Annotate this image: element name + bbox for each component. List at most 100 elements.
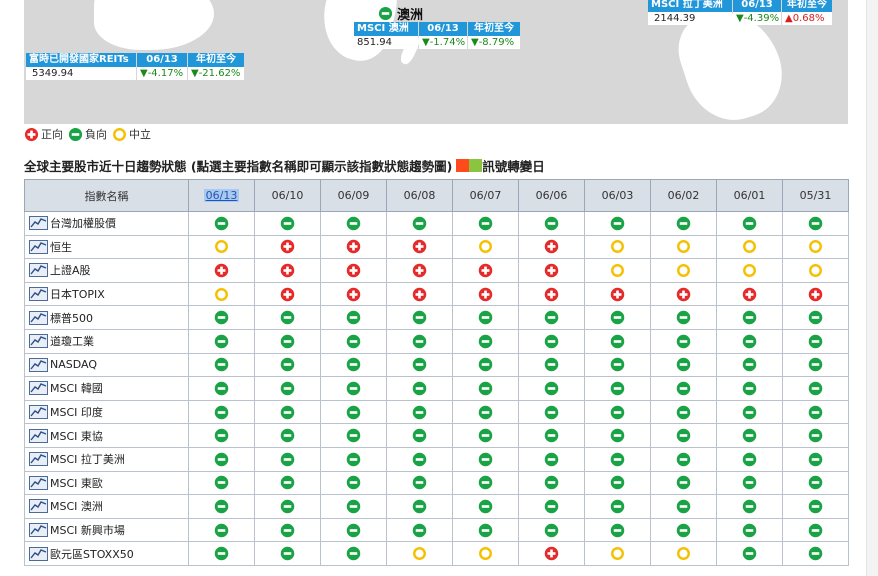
signal-cell xyxy=(452,423,519,448)
index-name-link[interactable]: MSCI 澳洲 xyxy=(50,498,103,514)
index-name-cell[interactable]: MSCI 印度 xyxy=(24,399,189,425)
column-header-date[interactable]: 06/09 xyxy=(320,179,387,212)
index-name-link[interactable]: 道瓊工業 xyxy=(50,333,94,349)
column-header-date[interactable]: 06/03 xyxy=(584,179,651,212)
index-name-link[interactable]: 上證A股 xyxy=(50,262,91,278)
negative-signal-icon xyxy=(742,523,757,537)
positive-signal-icon xyxy=(346,240,361,254)
index-name-cell[interactable]: MSCI 澳洲 xyxy=(24,494,189,519)
index-name-link[interactable]: 恒生 xyxy=(50,239,72,255)
signal-cell xyxy=(584,258,651,283)
date-label[interactable]: 06/01 xyxy=(734,189,766,202)
index-name-cell[interactable]: MSCI 東歐 xyxy=(24,470,189,496)
date-label[interactable]: 05/31 xyxy=(800,189,832,202)
negative-signal-icon xyxy=(478,428,493,443)
signal-cell xyxy=(254,494,321,519)
index-name-link[interactable]: MSCI 新興市場 xyxy=(50,522,125,538)
map-region-label[interactable]: 澳洲 xyxy=(378,4,423,23)
signal-cell xyxy=(518,517,585,543)
info-box-latam[interactable]: MSCI 拉丁美洲 06/13 年初至今 2144.39 ▼-4.39% ▲0.… xyxy=(648,0,833,25)
date-label[interactable]: 06/08 xyxy=(404,189,436,202)
positive-signal-icon xyxy=(280,240,295,254)
index-name-cell[interactable]: MSCI 新興市場 xyxy=(24,517,189,543)
index-name-link[interactable]: 標普500 xyxy=(50,310,93,326)
negative-signal-icon xyxy=(676,310,691,325)
column-header-date[interactable]: 06/01 xyxy=(716,179,783,212)
signal-cell xyxy=(584,305,651,330)
signal-cell xyxy=(518,234,585,260)
positive-signal-icon xyxy=(280,287,295,301)
date-label[interactable]: 06/03 xyxy=(602,189,634,202)
signal-cell xyxy=(386,399,453,425)
chart-icon xyxy=(29,405,48,420)
index-name-cell[interactable]: 標普500 xyxy=(24,305,189,330)
signal-cell xyxy=(254,258,321,283)
date-label[interactable]: 06/06 xyxy=(536,189,568,202)
column-header-date[interactable]: 06/02 xyxy=(650,179,717,212)
index-name-link[interactable]: MSCI 拉丁美洲 xyxy=(50,451,125,467)
index-name-link[interactable]: 台灣加權股價 xyxy=(50,215,116,231)
index-name-cell[interactable]: 恒生 xyxy=(24,234,189,260)
table-row: MSCI 印度 xyxy=(24,399,849,425)
signal-cell xyxy=(584,541,651,566)
negative-signal-icon xyxy=(412,523,427,537)
negative-signal-icon xyxy=(610,381,625,396)
negative-signal-icon xyxy=(676,358,691,372)
index-name-cell[interactable]: MSCI 拉丁美洲 xyxy=(24,446,189,472)
negative-signal-icon xyxy=(346,334,361,349)
index-name-cell[interactable]: 歐元區STOXX50 xyxy=(24,541,189,566)
negative-signal-icon xyxy=(412,428,427,443)
negative-signal-icon xyxy=(676,523,691,537)
chart-icon xyxy=(29,452,48,467)
column-header-date[interactable]: 06/08 xyxy=(386,179,453,212)
negative-signal-icon xyxy=(544,499,559,514)
date-label[interactable]: 06/10 xyxy=(272,189,304,202)
signal-cell xyxy=(320,328,387,354)
info-box-reits[interactable]: 富時已開發國家REITs 06/13 年初至今 5349.94 ▼-4.17% … xyxy=(26,53,245,80)
negative-signal-icon xyxy=(478,358,493,372)
column-header-date[interactable]: 05/31 xyxy=(782,179,849,212)
index-name-link[interactable]: NASDAQ xyxy=(50,358,97,371)
column-header-date[interactable]: 06/10 xyxy=(254,179,321,212)
legend-neutral-label: 中立 xyxy=(129,128,151,141)
negative-signal-icon xyxy=(610,428,625,443)
index-name-cell[interactable]: MSCI 東協 xyxy=(24,423,189,448)
index-name-link[interactable]: MSCI 韓國 xyxy=(50,380,103,396)
chart-icon xyxy=(29,381,48,396)
index-name-cell[interactable]: 道瓊工業 xyxy=(24,328,189,354)
column-header-date[interactable]: 06/06 xyxy=(518,179,585,212)
signal-cell xyxy=(452,211,519,236)
index-name-link[interactable]: MSCI 東歐 xyxy=(50,475,103,491)
signal-cell xyxy=(188,470,255,496)
column-header-date[interactable]: 06/07 xyxy=(452,179,519,212)
index-name-cell[interactable]: MSCI 韓國 xyxy=(24,376,189,401)
date-label[interactable]: 06/13 xyxy=(203,189,240,202)
table-row: 歐元區STOXX50 xyxy=(24,541,849,566)
table-row: MSCI 拉丁美洲 xyxy=(24,446,849,472)
index-name-link[interactable]: MSCI 印度 xyxy=(50,404,103,420)
info-box-change: ▼-4.39% xyxy=(733,12,781,25)
index-name-cell[interactable]: 日本TOPIX xyxy=(24,281,189,307)
negative-signal-icon xyxy=(214,381,229,396)
chart-icon xyxy=(29,428,48,443)
index-name-cell[interactable]: 台灣加權股價 xyxy=(24,211,189,236)
negative-signal-icon xyxy=(214,405,229,419)
info-box-australia[interactable]: MSCI 澳洲 06/13 年初至今 851.94 ▼-1.74% ▼-8.79… xyxy=(354,22,521,49)
date-label[interactable]: 06/09 xyxy=(338,189,370,202)
world-map: 澳洲 富時已開發國家REITs 06/13 年初至今 5349.94 ▼-4.1… xyxy=(24,0,848,124)
signal-cell xyxy=(386,446,453,472)
index-name-link[interactable]: 歐元區STOXX50 xyxy=(50,546,134,562)
date-label[interactable]: 06/02 xyxy=(668,189,700,202)
positive-signal-icon xyxy=(544,287,559,301)
index-name-cell[interactable]: NASDAQ xyxy=(24,352,189,378)
column-header-date[interactable]: 06/13 xyxy=(188,179,255,212)
index-name-link[interactable]: MSCI 東協 xyxy=(50,428,103,444)
chart-icon xyxy=(29,499,48,514)
signal-cell xyxy=(716,517,783,543)
signal-cell xyxy=(650,399,717,425)
index-name-link[interactable]: 日本TOPIX xyxy=(50,286,105,302)
signal-cell xyxy=(650,234,717,260)
signal-cell xyxy=(716,305,783,330)
date-label[interactable]: 06/07 xyxy=(470,189,502,202)
index-name-cell[interactable]: 上證A股 xyxy=(24,258,189,283)
